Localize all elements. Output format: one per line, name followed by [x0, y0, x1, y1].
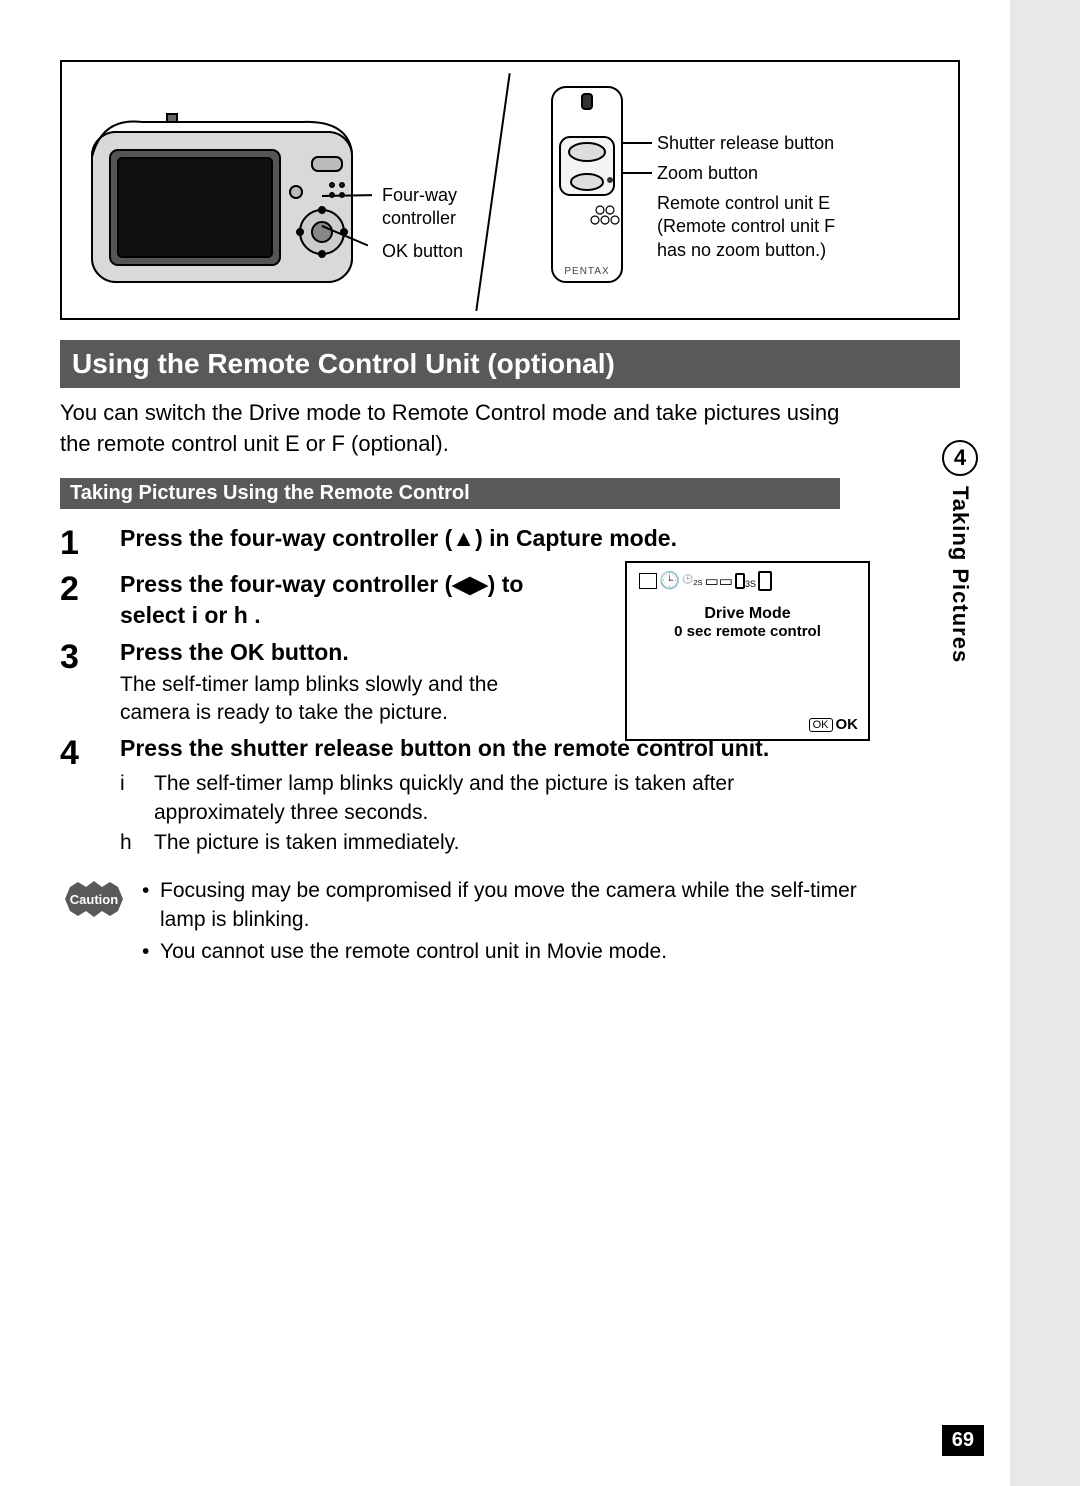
diagram-separator	[475, 73, 510, 311]
page-number: 69	[942, 1425, 984, 1456]
single-frame-icon	[639, 573, 657, 589]
diagram-figure: Four-way controller OK button PENTAX Shu…	[60, 60, 960, 320]
sub-section-title: Taking Pictures Using the Remote Control	[60, 478, 840, 509]
label-shutter-release: Shutter release button	[657, 132, 834, 155]
caution-list: Focusing may be compromised if you move …	[142, 877, 870, 970]
continuous-icon: ▭▭	[705, 572, 733, 590]
caution-item: Focusing may be compromised if you move …	[142, 877, 870, 934]
step-title: Press the four-way controller (▲) in Cap…	[120, 523, 840, 554]
steps-list: 1Press the four-way controller (▲) in Ca…	[60, 523, 840, 860]
label-zoom-button: Zoom button	[657, 162, 758, 185]
step-sub-value: The picture is taken immediately.	[154, 829, 840, 857]
step-title: Press the OK button.	[120, 637, 560, 668]
remote-3s-icon: 3S	[735, 573, 756, 589]
remote-0s-icon	[758, 571, 772, 591]
label-remote-unit: Remote control unit E (Remote control un…	[657, 192, 835, 262]
svg-text:Caution: Caution	[70, 892, 118, 907]
lcd-preview: 🕒 🕒2S ▭▭ 3S Drive Mode 0 sec remote cont…	[625, 561, 870, 741]
step-number: 2	[60, 569, 120, 610]
section-title: Using the Remote Control Unit (optional)	[60, 340, 960, 388]
self-timer-2s-icon: 🕒2S	[682, 574, 702, 587]
intro-paragraph: You can switch the Drive mode to Remote …	[60, 398, 840, 460]
step-number: 3	[60, 637, 120, 678]
remote-illustration: PENTAX	[532, 82, 642, 292]
lcd-subtitle: 0 sec remote control	[633, 623, 862, 640]
step-number: 4	[60, 733, 120, 774]
caution-item: You cannot use the remote control unit i…	[142, 938, 870, 966]
svg-text:PENTAX: PENTAX	[564, 266, 609, 277]
lcd-icon-row: 🕒 🕒2S ▭▭ 3S	[633, 571, 862, 591]
step-sub-value: The self-timer lamp blinks quickly and t…	[154, 770, 840, 827]
step-sub-key: h	[120, 829, 154, 857]
step-sub-row: iThe self-timer lamp blinks quickly and …	[120, 770, 840, 827]
right-gutter	[1010, 0, 1080, 1486]
step-number: 1	[60, 523, 120, 564]
step-title: Press the four-way controller (◀▶) to se…	[120, 569, 560, 631]
step-sub-key: i	[120, 770, 154, 827]
label-ok-button: OK button	[382, 240, 463, 263]
lcd-title: Drive Mode	[633, 605, 862, 623]
step-row: 1Press the four-way controller (▲) in Ca…	[60, 523, 840, 564]
label-four-way: Four-way controller	[382, 184, 457, 231]
lcd-ok-indicator: OKOK	[809, 716, 858, 733]
caution-block: Caution Focusing may be compromised if y…	[60, 877, 870, 970]
step-row: 4Press the shutter release button on the…	[60, 733, 840, 859]
step-sub-row: hThe picture is taken immediately.	[120, 829, 840, 857]
step-description: The self-timer lamp blinks slowly and th…	[120, 671, 560, 728]
caution-icon: Caution	[60, 877, 128, 921]
self-timer-icon: 🕒	[659, 571, 680, 591]
camera-illustration	[82, 102, 372, 292]
